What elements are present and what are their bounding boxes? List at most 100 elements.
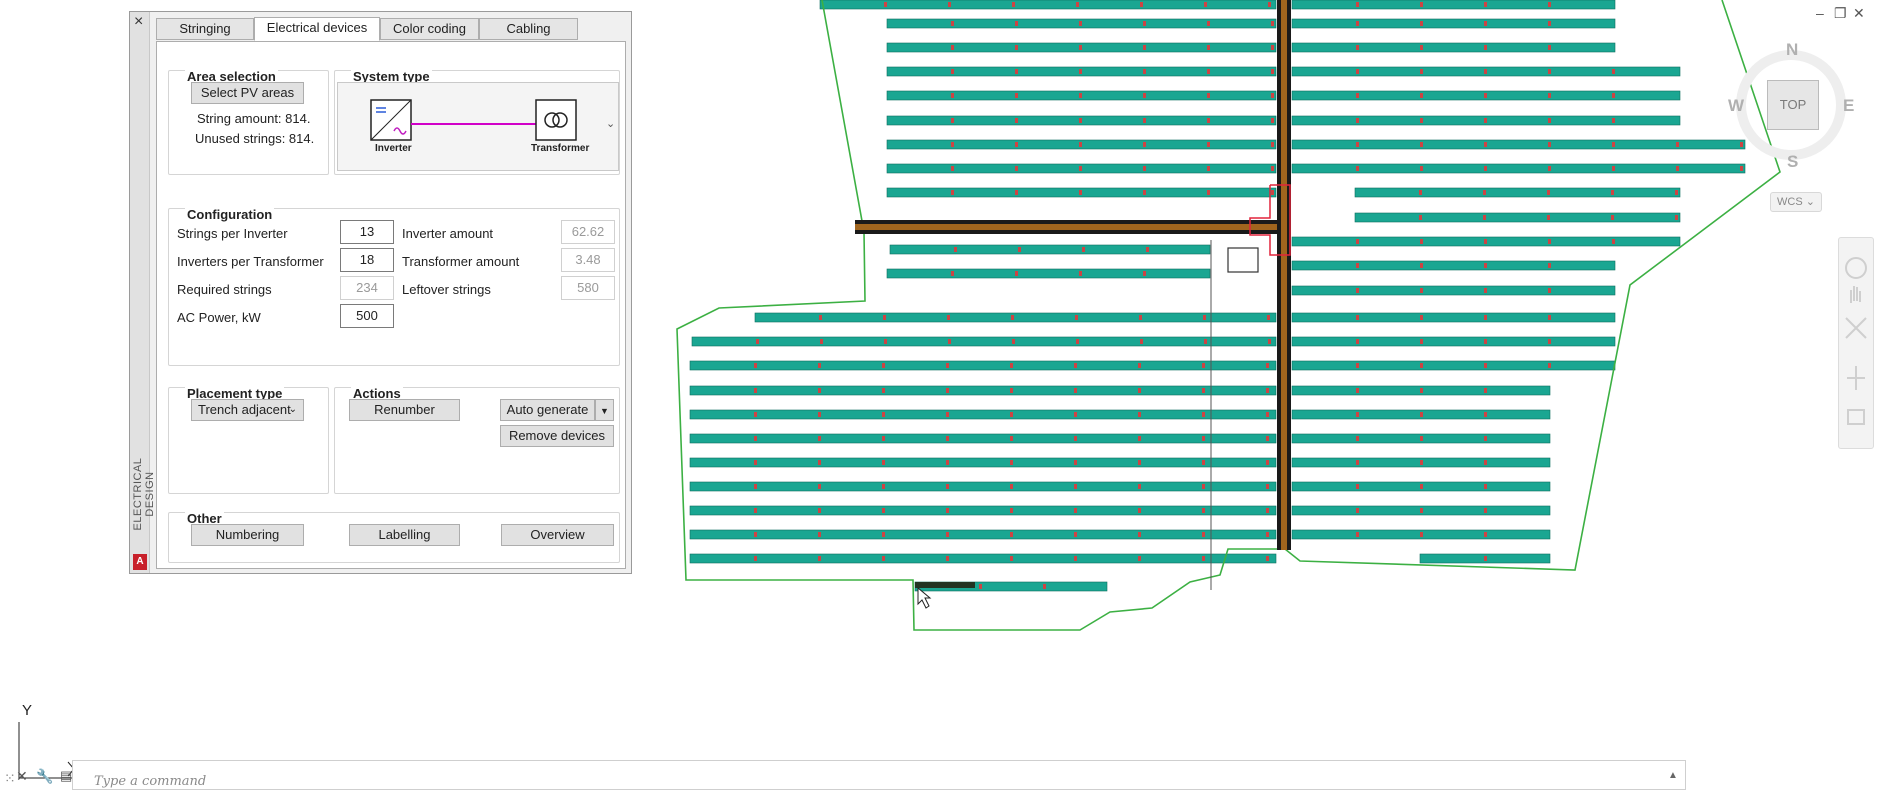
placement-type-dropdown[interactable]: Trench adjacent ⌄ bbox=[191, 399, 304, 421]
string-marker bbox=[1271, 45, 1274, 50]
orbit-icon[interactable] bbox=[1847, 366, 1865, 390]
command-grip-icon[interactable]: ⁙ bbox=[4, 770, 16, 787]
pv-row-segment bbox=[1291, 260, 1616, 271]
string-marker bbox=[1420, 436, 1423, 441]
string-marker bbox=[1675, 215, 1678, 220]
compass-west[interactable]: W bbox=[1728, 96, 1744, 116]
auto-generate-button[interactable]: Auto generate bbox=[500, 399, 595, 421]
command-close-icon[interactable]: ✕ bbox=[16, 768, 28, 785]
string-marker bbox=[1548, 339, 1551, 344]
pv-row-segment bbox=[1291, 312, 1616, 323]
string-marker bbox=[1015, 271, 1018, 276]
tab-cabling[interactable]: Cabling bbox=[479, 18, 578, 40]
close-window-icon[interactable]: ✕ bbox=[1853, 5, 1865, 22]
strings-per-inverter-input[interactable]: 13 bbox=[340, 220, 394, 244]
pv-row-segment bbox=[886, 268, 1211, 279]
command-line[interactable] bbox=[72, 760, 1686, 790]
system-type-dropdown-icon[interactable]: ⌄ bbox=[606, 117, 615, 130]
string-marker bbox=[946, 556, 949, 561]
palette-title-strip[interactable]: × ELECTRICAL DESIGN A bbox=[130, 12, 156, 573]
string-marker bbox=[1547, 215, 1550, 220]
pv-row-segment bbox=[1291, 336, 1616, 347]
string-marker bbox=[946, 532, 949, 537]
command-history-icon[interactable]: ▤ bbox=[60, 768, 72, 784]
string-marker bbox=[1271, 21, 1274, 26]
string-marker bbox=[1484, 388, 1487, 393]
string-marker bbox=[1420, 508, 1423, 513]
string-marker bbox=[1012, 2, 1015, 7]
string-marker bbox=[1484, 21, 1487, 26]
string-marker bbox=[1138, 436, 1141, 441]
string-marker bbox=[884, 339, 887, 344]
device-box[interactable] bbox=[1227, 247, 1259, 273]
viewcube-top-face[interactable]: TOP bbox=[1767, 80, 1819, 130]
restore-icon[interactable]: ❐ bbox=[1834, 5, 1847, 22]
chevron-down-icon: ⌄ bbox=[288, 404, 297, 415]
string-marker bbox=[1420, 21, 1423, 26]
pv-row-segment bbox=[689, 409, 1277, 420]
remove-devices-button[interactable]: Remove devices bbox=[500, 425, 614, 447]
string-marker bbox=[1420, 460, 1423, 465]
string-marker bbox=[1079, 21, 1082, 26]
inverters-per-transformer-label: Inverters per Transformer bbox=[177, 254, 324, 269]
string-marker bbox=[1143, 271, 1146, 276]
pv-row-segment bbox=[689, 529, 1277, 540]
string-marker bbox=[1612, 166, 1615, 171]
close-icon[interactable]: × bbox=[134, 14, 143, 30]
showmotion-icon[interactable] bbox=[1847, 409, 1865, 425]
minimize-icon[interactable]: – bbox=[1816, 5, 1824, 21]
tab-stringing[interactable]: Stringing bbox=[156, 18, 254, 40]
overview-button[interactable]: Overview bbox=[501, 524, 614, 546]
string-marker bbox=[1356, 388, 1359, 393]
compass-north[interactable]: N bbox=[1786, 40, 1798, 60]
compass-south[interactable]: S bbox=[1787, 152, 1798, 172]
auto-generate-dropdown-button[interactable]: ▼ bbox=[595, 399, 614, 421]
string-marker bbox=[951, 271, 954, 276]
tab-color-coding[interactable]: Color coding bbox=[380, 18, 479, 40]
steering-wheel-icon[interactable] bbox=[1845, 257, 1867, 279]
navigation-bar[interactable] bbox=[1838, 237, 1874, 449]
string-marker bbox=[1074, 460, 1077, 465]
string-marker bbox=[1074, 484, 1077, 489]
placement-type-group: Placement type Trench adjacent ⌄ bbox=[168, 386, 329, 494]
string-marker bbox=[979, 584, 982, 589]
labelling-button[interactable]: Labelling bbox=[349, 524, 460, 546]
string-marker bbox=[1548, 363, 1551, 368]
string-marker bbox=[951, 93, 954, 98]
required-strings-value: 234 bbox=[340, 276, 394, 300]
numbering-button[interactable]: Numbering bbox=[191, 524, 304, 546]
string-marker bbox=[1075, 315, 1078, 320]
renumber-button[interactable]: Renumber bbox=[349, 399, 460, 421]
zoom-extents-icon[interactable] bbox=[1845, 317, 1867, 339]
string-marker bbox=[951, 190, 954, 195]
string-marker bbox=[820, 339, 823, 344]
string-marker bbox=[882, 412, 885, 417]
pv-row-segment bbox=[689, 385, 1277, 396]
unused-strings-text: Unused strings: 814. bbox=[195, 131, 315, 146]
system-type-selector[interactable]: Inverter Transformer ⌄ bbox=[337, 82, 619, 171]
command-settings-icon[interactable]: 🔧 bbox=[36, 768, 53, 785]
ac-power-input[interactable]: 500 bbox=[340, 304, 394, 328]
string-marker bbox=[1143, 69, 1146, 74]
command-input[interactable]: Type a command bbox=[94, 774, 206, 789]
wcs-menu[interactable]: WCS ⌄ bbox=[1770, 192, 1822, 212]
string-marker bbox=[1356, 436, 1359, 441]
string-marker bbox=[1612, 118, 1615, 123]
string-marker bbox=[1138, 556, 1141, 561]
string-marker bbox=[1266, 363, 1269, 368]
pan-icon[interactable] bbox=[1850, 286, 1861, 303]
string-marker bbox=[1203, 315, 1206, 320]
string-marker bbox=[1268, 339, 1271, 344]
string-marker bbox=[1015, 93, 1018, 98]
string-marker bbox=[1143, 45, 1146, 50]
string-marker bbox=[1271, 142, 1274, 147]
select-pv-areas-button[interactable]: Select PV areas bbox=[191, 82, 304, 104]
compass-east[interactable]: E bbox=[1843, 96, 1854, 116]
string-marker bbox=[1204, 339, 1207, 344]
string-marker bbox=[1612, 93, 1615, 98]
string-marker bbox=[951, 21, 954, 26]
tab-electrical-devices[interactable]: Electrical devices bbox=[254, 17, 380, 41]
pv-row-segment bbox=[754, 312, 1277, 323]
inverters-per-transformer-input[interactable]: 18 bbox=[340, 248, 394, 272]
command-expand-icon[interactable]: ▲ bbox=[1668, 770, 1678, 781]
